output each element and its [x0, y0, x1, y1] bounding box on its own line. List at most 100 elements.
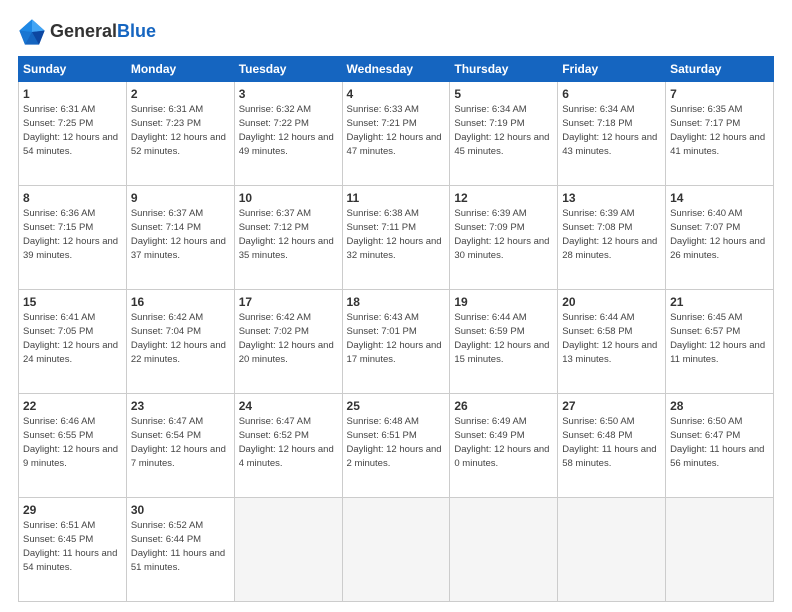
calendar-cell: 15 Sunrise: 6:41 AMSunset: 7:05 PMDayligh…: [19, 290, 127, 394]
logo-text: GeneralBlue: [50, 22, 156, 42]
calendar-cell: 18 Sunrise: 6:43 AMSunset: 7:01 PMDayligh…: [342, 290, 450, 394]
col-header-friday: Friday: [558, 57, 666, 82]
day-info: Sunrise: 6:52 AMSunset: 6:44 PMDaylight:…: [131, 520, 225, 572]
col-header-monday: Monday: [126, 57, 234, 82]
day-number: 13: [562, 190, 661, 206]
day-info: Sunrise: 6:39 AMSunset: 7:08 PMDaylight:…: [562, 208, 657, 260]
calendar-cell: 12 Sunrise: 6:39 AMSunset: 7:09 PMDayligh…: [450, 186, 558, 290]
day-info: Sunrise: 6:36 AMSunset: 7:15 PMDaylight:…: [23, 208, 118, 260]
calendar-cell: [450, 498, 558, 602]
calendar-cell: 3Sunrise: 6:32 AMSunset: 7:22 PMDaylight…: [234, 82, 342, 186]
day-number: 23: [131, 398, 230, 414]
day-info: Sunrise: 6:34 AMSunset: 7:19 PMDaylight:…: [454, 104, 549, 156]
week-row-0: 1Sunrise: 6:31 AMSunset: 7:25 PMDaylight…: [19, 82, 774, 186]
day-info: Sunrise: 6:37 AMSunset: 7:14 PMDaylight:…: [131, 208, 226, 260]
day-info: Sunrise: 6:43 AMSunset: 7:01 PMDaylight:…: [347, 312, 442, 364]
calendar-cell: 14 Sunrise: 6:40 AMSunset: 7:07 PMDayligh…: [666, 186, 774, 290]
day-info: Sunrise: 6:44 AMSunset: 6:58 PMDaylight:…: [562, 312, 657, 364]
calendar-cell: 13 Sunrise: 6:39 AMSunset: 7:08 PMDayligh…: [558, 186, 666, 290]
day-number: 2: [131, 86, 230, 102]
day-number: 9: [131, 190, 230, 206]
header: GeneralBlue: [18, 18, 774, 46]
day-number: 11: [347, 190, 446, 206]
day-info: Sunrise: 6:46 AMSunset: 6:55 PMDaylight:…: [23, 416, 118, 468]
day-number: 19: [454, 294, 553, 310]
week-row-4: 29 Sunrise: 6:51 AMSunset: 6:45 PMDayligh…: [19, 498, 774, 602]
day-info: Sunrise: 6:31 AMSunset: 7:23 PMDaylight:…: [131, 104, 226, 156]
calendar-cell: 16 Sunrise: 6:42 AMSunset: 7:04 PMDayligh…: [126, 290, 234, 394]
calendar-cell: 28 Sunrise: 6:50 AMSunset: 6:47 PMDayligh…: [666, 394, 774, 498]
calendar-cell: 4 Sunrise: 6:33 AMSunset: 7:21 PMDaylight…: [342, 82, 450, 186]
day-number: 5: [454, 86, 553, 102]
day-info: Sunrise: 6:31 AMSunset: 7:25 PMDaylight:…: [23, 104, 118, 156]
col-header-thursday: Thursday: [450, 57, 558, 82]
calendar-cell: 11 Sunrise: 6:38 AMSunset: 7:11 PMDayligh…: [342, 186, 450, 290]
day-info: Sunrise: 6:33 AMSunset: 7:21 PMDaylight:…: [347, 104, 442, 156]
day-number: 8: [23, 190, 122, 206]
day-number: 20: [562, 294, 661, 310]
calendar-cell: 1Sunrise: 6:31 AMSunset: 7:25 PMDaylight…: [19, 82, 127, 186]
day-number: 29: [23, 502, 122, 518]
day-info: Sunrise: 6:35 AMSunset: 7:17 PMDaylight:…: [670, 104, 765, 156]
calendar-cell: 10 Sunrise: 6:37 AMSunset: 7:12 PMDayligh…: [234, 186, 342, 290]
calendar-cell: 17Sunrise: 6:42 AMSunset: 7:02 PMDayligh…: [234, 290, 342, 394]
day-number: 22: [23, 398, 122, 414]
day-number: 25: [347, 398, 446, 414]
calendar-cell: 5 Sunrise: 6:34 AMSunset: 7:19 PMDaylight…: [450, 82, 558, 186]
calendar-cell: 9 Sunrise: 6:37 AMSunset: 7:14 PMDaylight…: [126, 186, 234, 290]
day-number: 14: [670, 190, 769, 206]
day-number: 26: [454, 398, 553, 414]
day-number: 15: [23, 294, 122, 310]
calendar-cell: 21Sunrise: 6:45 AMSunset: 6:57 PMDayligh…: [666, 290, 774, 394]
day-info: Sunrise: 6:50 AMSunset: 6:48 PMDaylight:…: [562, 416, 656, 468]
day-info: Sunrise: 6:38 AMSunset: 7:11 PMDaylight:…: [347, 208, 442, 260]
col-header-tuesday: Tuesday: [234, 57, 342, 82]
calendar-cell: 30 Sunrise: 6:52 AMSunset: 6:44 PMDayligh…: [126, 498, 234, 602]
week-row-2: 15 Sunrise: 6:41 AMSunset: 7:05 PMDayligh…: [19, 290, 774, 394]
day-of-week-header: SundayMondayTuesdayWednesdayThursdayFrid…: [19, 57, 774, 82]
day-number: 27: [562, 398, 661, 414]
day-info: Sunrise: 6:47 AMSunset: 6:54 PMDaylight:…: [131, 416, 226, 468]
calendar-table: SundayMondayTuesdayWednesdayThursdayFrid…: [18, 56, 774, 602]
calendar-cell: [342, 498, 450, 602]
day-info: Sunrise: 6:51 AMSunset: 6:45 PMDaylight:…: [23, 520, 117, 572]
calendar-cell: 25 Sunrise: 6:48 AMSunset: 6:51 PMDayligh…: [342, 394, 450, 498]
day-number: 10: [239, 190, 338, 206]
day-number: 12: [454, 190, 553, 206]
day-info: Sunrise: 6:45 AMSunset: 6:57 PMDaylight:…: [670, 312, 765, 364]
col-header-saturday: Saturday: [666, 57, 774, 82]
day-number: 30: [131, 502, 230, 518]
day-info: Sunrise: 6:48 AMSunset: 6:51 PMDaylight:…: [347, 416, 442, 468]
logo-icon: [18, 18, 46, 46]
day-info: Sunrise: 6:42 AMSunset: 7:02 PMDaylight:…: [239, 312, 334, 364]
day-number: 6: [562, 86, 661, 102]
day-number: 7: [670, 86, 769, 102]
calendar-cell: 26 Sunrise: 6:49 AMSunset: 6:49 PMDayligh…: [450, 394, 558, 498]
week-row-3: 22 Sunrise: 6:46 AMSunset: 6:55 PMDayligh…: [19, 394, 774, 498]
calendar-cell: 27 Sunrise: 6:50 AMSunset: 6:48 PMDayligh…: [558, 394, 666, 498]
day-info: Sunrise: 6:49 AMSunset: 6:49 PMDaylight:…: [454, 416, 549, 468]
day-info: Sunrise: 6:44 AMSunset: 6:59 PMDaylight:…: [454, 312, 549, 364]
day-info: Sunrise: 6:39 AMSunset: 7:09 PMDaylight:…: [454, 208, 549, 260]
col-header-wednesday: Wednesday: [342, 57, 450, 82]
calendar-cell: 2 Sunrise: 6:31 AMSunset: 7:23 PMDaylight…: [126, 82, 234, 186]
day-number: 3: [239, 86, 338, 102]
calendar-cell: 19 Sunrise: 6:44 AMSunset: 6:59 PMDayligh…: [450, 290, 558, 394]
day-number: 4: [347, 86, 446, 102]
day-number: 24: [239, 398, 338, 414]
col-header-sunday: Sunday: [19, 57, 127, 82]
day-info: Sunrise: 6:42 AMSunset: 7:04 PMDaylight:…: [131, 312, 226, 364]
day-info: Sunrise: 6:41 AMSunset: 7:05 PMDaylight:…: [23, 312, 118, 364]
day-number: 18: [347, 294, 446, 310]
day-number: 16: [131, 294, 230, 310]
day-number: 28: [670, 398, 769, 414]
calendar-cell: [234, 498, 342, 602]
day-info: Sunrise: 6:37 AMSunset: 7:12 PMDaylight:…: [239, 208, 334, 260]
calendar-cell: 29 Sunrise: 6:51 AMSunset: 6:45 PMDayligh…: [19, 498, 127, 602]
calendar-cell: 20 Sunrise: 6:44 AMSunset: 6:58 PMDayligh…: [558, 290, 666, 394]
page: GeneralBlue SundayMondayTuesdayWednesday…: [0, 0, 792, 612]
calendar-cell: [666, 498, 774, 602]
day-info: Sunrise: 6:40 AMSunset: 7:07 PMDaylight:…: [670, 208, 765, 260]
day-info: Sunrise: 6:50 AMSunset: 6:47 PMDaylight:…: [670, 416, 764, 468]
logo: GeneralBlue: [18, 18, 156, 46]
